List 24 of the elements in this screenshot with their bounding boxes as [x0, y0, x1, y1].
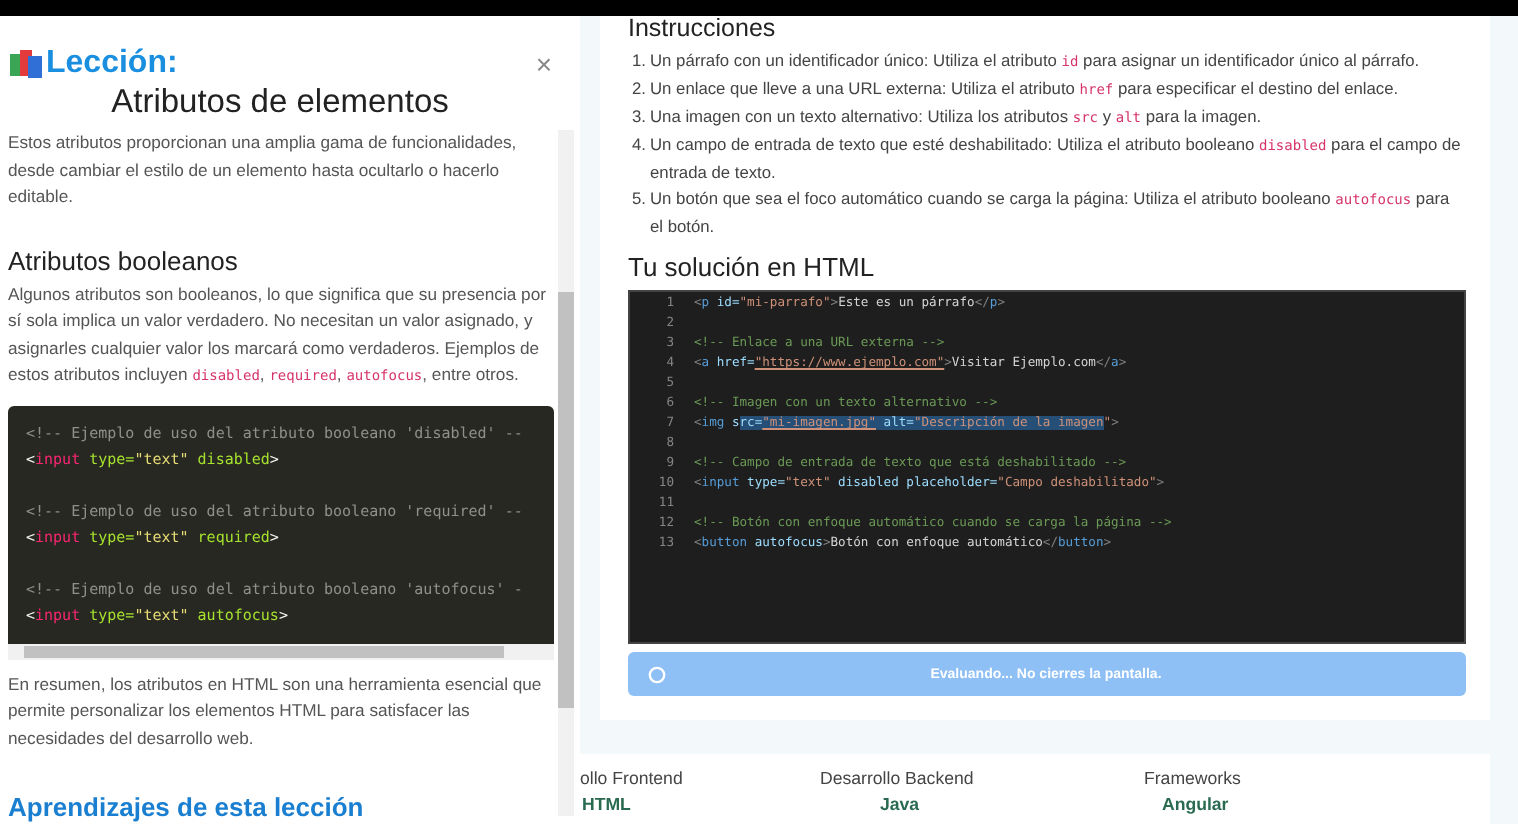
- code-editor[interactable]: [628, 290, 1466, 644]
- footer-link[interactable]: Angular: [1144, 794, 1241, 814]
- close-button[interactable]: ×: [527, 48, 560, 80]
- list-number: 4.: [632, 132, 648, 158]
- footer-heading: Desarrollo Backend: [820, 768, 976, 788]
- list-number: 2.: [632, 76, 648, 102]
- learnings-heading: Aprendizajes de esta lección: [8, 792, 366, 822]
- lesson-title: Atributos de elementos: [109, 84, 451, 122]
- solution-heading: Tu solución en HTML: [628, 252, 877, 282]
- books-icon: [10, 50, 42, 78]
- lesson-label: Lección:: [46, 46, 178, 82]
- instructions-heading: Instrucciones: [628, 14, 778, 42]
- vertical-scrollbar[interactable]: [558, 130, 574, 816]
- spinner-icon: [648, 665, 666, 683]
- list-number: 1.: [632, 48, 648, 74]
- footer-link[interactable]: Java: [820, 794, 1144, 814]
- footer-link[interactable]: HTML: [580, 794, 820, 814]
- list-number: 3.: [632, 104, 648, 130]
- section-heading: Atributos booleanos: [8, 245, 240, 275]
- footer-heading: ollo Frontend: [580, 768, 685, 788]
- list-number: 5.: [632, 186, 648, 212]
- intro-text: Estos atributos proporcionan una amplia gama de funcionalidades, desde cambiar el estilo de un elemento hasta ocultarlo o hacerlo editable.: [8, 130, 519, 210]
- summary-text: En resumen, los atributos en HTML son una herramienta esencial que permite personalizar los elementos HTML para satisfacer las necesidades del desarrollo web.: [8, 671, 544, 751]
- footer-heading: Frameworks: [1144, 768, 1241, 788]
